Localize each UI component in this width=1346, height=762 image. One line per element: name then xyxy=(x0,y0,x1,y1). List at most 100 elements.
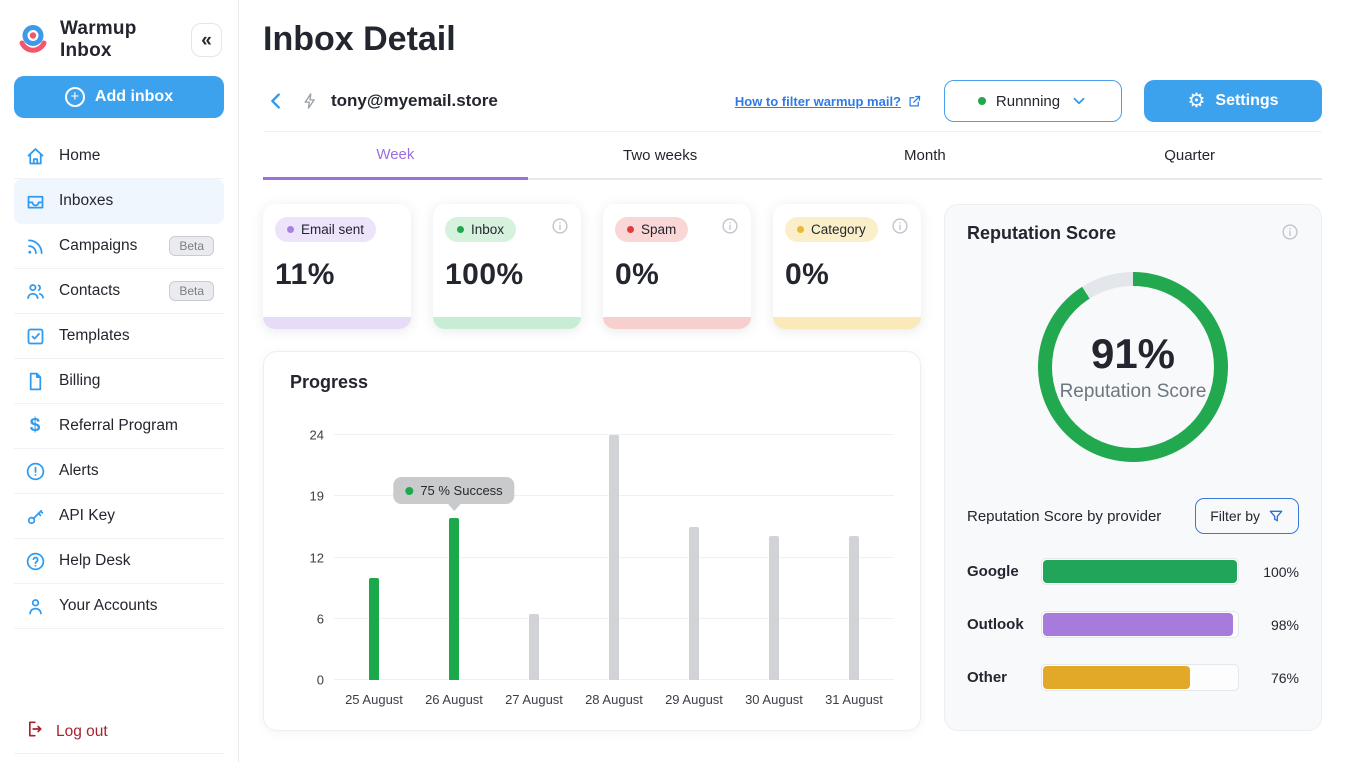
dollar-icon: $ xyxy=(24,415,46,437)
chart-bar[interactable] xyxy=(609,435,619,680)
content-grid: Email sent11%Inbox100%Spam0%Category0% P… xyxy=(263,204,1322,731)
provider-name: Outlook xyxy=(967,616,1027,633)
chart-y-tick-label: 19 xyxy=(290,489,324,504)
sidebar-item-billing[interactable]: Billing xyxy=(14,359,224,404)
chart-bar[interactable] xyxy=(769,536,779,680)
chart-bar[interactable] xyxy=(529,614,539,680)
stat-card-inbox: Inbox 100% xyxy=(433,204,581,329)
sidebar-item-alerts[interactable]: Alerts xyxy=(14,449,224,494)
sidebar-item-campaigns[interactable]: CampaignsBeta xyxy=(14,224,224,269)
stat-pill: Category xyxy=(785,217,878,242)
tab-quarter[interactable]: Quarter xyxy=(1057,132,1322,180)
stat-dot-icon xyxy=(287,226,294,233)
add-inbox-button[interactable]: + Add inbox xyxy=(14,76,224,118)
provider-row-google: Google100% xyxy=(967,558,1299,585)
info-icon[interactable] xyxy=(551,217,569,235)
stat-card-accent-strip xyxy=(263,317,411,329)
chart-bar-column-28-august xyxy=(574,435,654,680)
provider-bar-fill xyxy=(1043,560,1237,583)
info-icon[interactable] xyxy=(891,217,909,235)
chart-bar[interactable] xyxy=(449,518,459,680)
chart-x-axis-labels: 25 August26 August27 August28 August29 A… xyxy=(290,692,894,707)
info-icon[interactable] xyxy=(721,217,739,235)
tab-month[interactable]: Month xyxy=(793,132,1058,180)
stat-card-top: Category xyxy=(785,217,909,242)
tab-week[interactable]: Week xyxy=(263,132,528,180)
inbox-icon xyxy=(24,190,46,212)
provider-row-other: Other 76% xyxy=(967,664,1299,691)
chart-bar[interactable] xyxy=(849,536,859,680)
sidebar-item-label: Billing xyxy=(59,372,100,390)
by-provider-label: Reputation Score by provider xyxy=(967,508,1161,525)
how-to-filter-label: How to filter warmup mail? xyxy=(735,94,901,109)
info-icon[interactable] xyxy=(1281,223,1299,241)
document-icon xyxy=(24,370,46,392)
logout-icon xyxy=(24,719,44,744)
sidebar-item-label: Referral Program xyxy=(59,417,178,435)
provider-percentage: 76% xyxy=(1253,670,1299,686)
chart-bar[interactable] xyxy=(369,578,379,680)
tab-label: Month xyxy=(904,147,946,164)
broadcast-icon xyxy=(24,235,46,257)
chart-x-tick-label: 31 August xyxy=(814,692,894,707)
warmup-status-dropdown[interactable]: Runnning xyxy=(944,80,1122,122)
tab-label: Two weeks xyxy=(623,147,697,164)
beta-badge: Beta xyxy=(169,236,214,256)
status-label: Runnning xyxy=(996,93,1060,110)
provider-name: Other xyxy=(967,669,1027,686)
stat-value: 0% xyxy=(615,258,739,292)
chart-bar-column-30-august xyxy=(734,435,814,680)
reputation-ring-center: 91% Reputation Score xyxy=(1052,286,1214,448)
brand-name: Warmup Inbox xyxy=(60,18,181,62)
sidebar-item-referral-program[interactable]: $ Referral Program xyxy=(14,404,224,449)
stat-label: Email sent xyxy=(301,222,364,237)
reputation-header: Reputation Score xyxy=(967,223,1299,244)
chart-bar-column-31-august xyxy=(814,435,894,680)
funnel-icon xyxy=(1268,508,1284,524)
chart-bars xyxy=(334,435,894,680)
chart-bar-column-27-august xyxy=(494,435,574,680)
provider-bar-track xyxy=(1041,558,1239,585)
filter-by-button[interactable]: Filter by xyxy=(1195,498,1299,534)
stat-card-accent-strip xyxy=(603,317,751,329)
tab-label: Quarter xyxy=(1164,147,1215,164)
sidebar-item-inboxes[interactable]: Inboxes xyxy=(14,179,224,224)
tab-label: Week xyxy=(376,146,414,163)
sidebar-collapse-button[interactable]: « xyxy=(191,23,222,57)
stat-pill: Inbox xyxy=(445,217,516,242)
how-to-filter-link[interactable]: How to filter warmup mail? xyxy=(735,94,922,109)
sidebar-item-templates[interactable]: Templates xyxy=(14,314,224,359)
sidebar-item-your-accounts[interactable]: Your Accounts xyxy=(14,584,224,629)
stat-value: 11% xyxy=(275,258,399,292)
chevrons-left-icon: « xyxy=(201,31,212,50)
logout-button[interactable]: Log out xyxy=(14,710,224,754)
stat-card-top: Email sent xyxy=(275,217,399,242)
sidebar-item-label: API Key xyxy=(59,507,115,525)
provider-bar-fill xyxy=(1043,666,1190,689)
sidebar-item-label: Templates xyxy=(59,327,130,345)
sidebar-item-help-desk[interactable]: Help Desk xyxy=(14,539,224,584)
sidebar-item-contacts[interactable]: ContactsBeta xyxy=(14,269,224,314)
back-button[interactable] xyxy=(263,88,289,114)
sidebar-item-home[interactable]: Home xyxy=(14,134,224,179)
inbox-email-address: tony@myemail.store xyxy=(331,91,498,111)
email-header-row: tony@myemail.store How to filter warmup … xyxy=(263,79,1322,123)
stat-pill: Spam xyxy=(615,217,688,242)
contacts-icon xyxy=(24,280,46,302)
stat-value: 100% xyxy=(445,258,569,292)
sidebar: Warmup Inbox « + Add inbox HomeInboxesCa… xyxy=(0,0,239,762)
stat-pill: Email sent xyxy=(275,217,376,242)
sidebar-item-api-key[interactable]: API Key xyxy=(14,494,224,539)
tab-two-weeks[interactable]: Two weeks xyxy=(528,132,793,180)
chart-bar[interactable] xyxy=(689,527,699,680)
external-link-icon xyxy=(907,94,922,109)
lightning-icon xyxy=(301,92,319,110)
chart-x-tick-label: 28 August xyxy=(574,692,654,707)
settings-button[interactable]: ⚙ Settings xyxy=(1144,80,1322,122)
stat-card-top: Inbox xyxy=(445,217,569,242)
sidebar-item-label: Your Accounts xyxy=(59,597,158,615)
chart-x-tick-label: 27 August xyxy=(494,692,574,707)
email-header-actions: How to filter warmup mail? Runnning ⚙ Se… xyxy=(735,80,1322,122)
provider-percentage: 98% xyxy=(1253,617,1299,633)
chart-y-tick-label: 0 xyxy=(290,673,324,688)
